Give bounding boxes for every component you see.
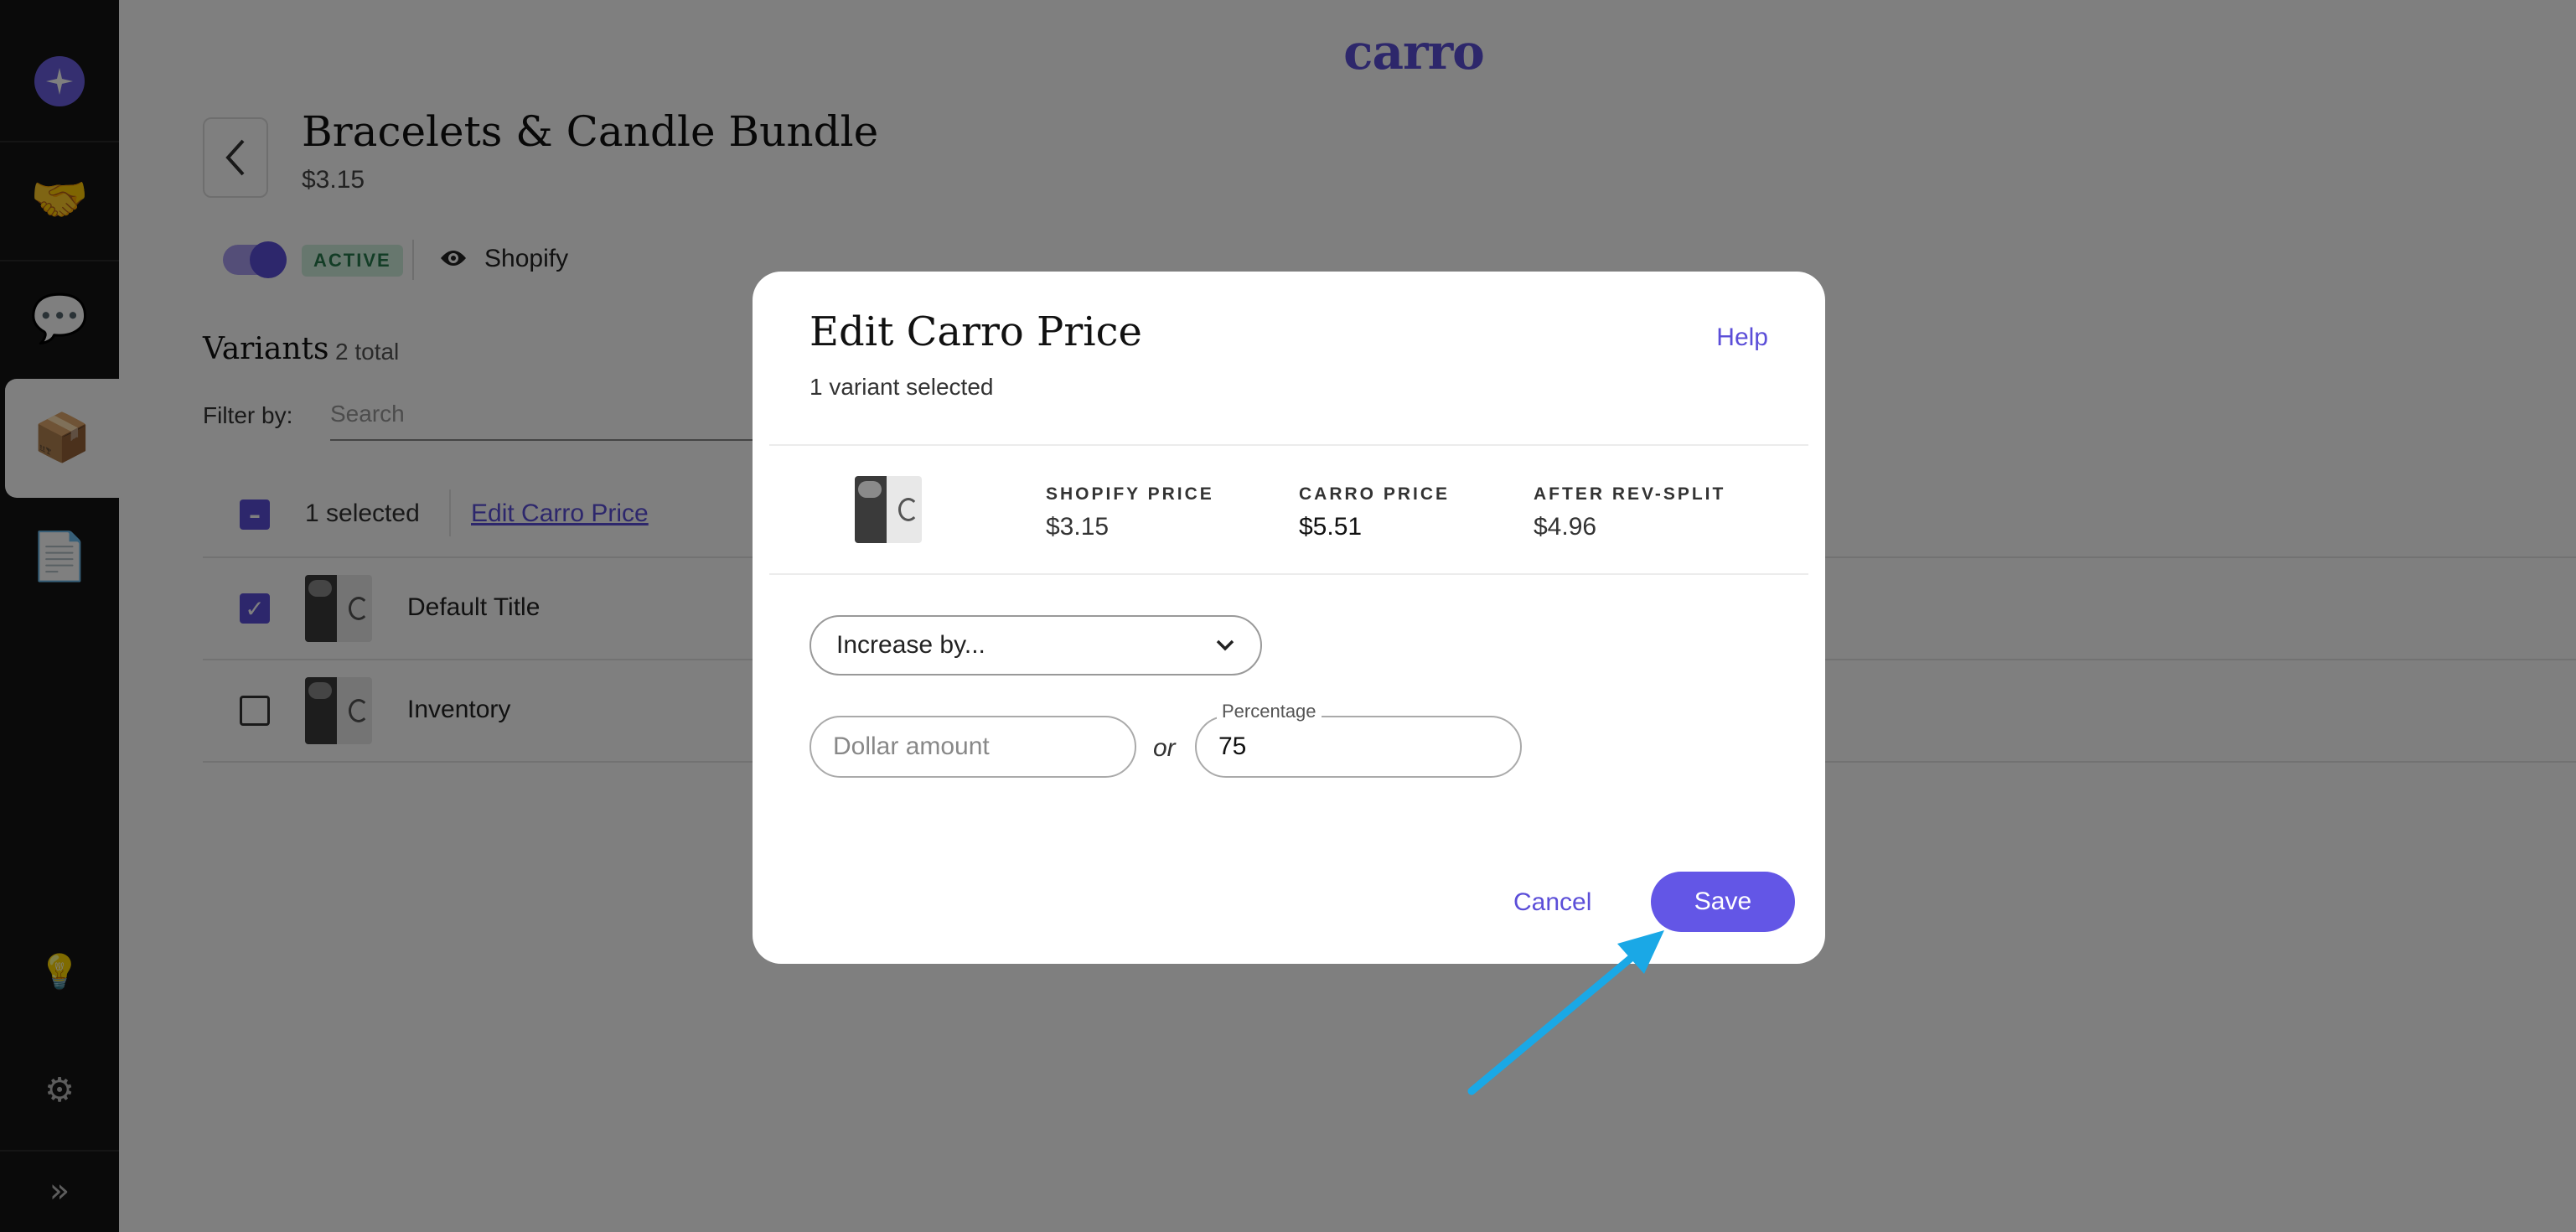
variant-thumbnail <box>855 476 922 543</box>
or-separator: or <box>1153 734 1176 762</box>
help-link[interactable]: Help <box>1716 324 1768 352</box>
chevron-down-icon <box>1216 639 1234 651</box>
carro-price-header: CARRO PRICE <box>1299 484 1451 504</box>
dollar-amount-input[interactable]: Dollar amount <box>810 716 1136 778</box>
save-button[interactable]: Save <box>1651 872 1795 932</box>
after-rev-split-header: AFTER REV-SPLIT <box>1534 484 1726 504</box>
after-rev-split-value: $4.96 <box>1534 513 1597 541</box>
percentage-label: Percentage <box>1217 701 1322 722</box>
shopify-price-header: SHOPIFY PRICE <box>1046 484 1214 504</box>
adjustment-select[interactable]: Increase by... <box>810 615 1262 676</box>
percentage-value: 75 <box>1218 732 1247 760</box>
carro-price-value: $5.51 <box>1299 513 1363 541</box>
cancel-button[interactable]: Cancel <box>1513 888 1591 917</box>
modal-subtitle: 1 variant selected <box>810 374 994 400</box>
adjustment-select-value: Increase by... <box>836 631 985 659</box>
edit-price-modal: Edit Carro Price 1 variant selected Help… <box>753 272 1825 964</box>
percentage-input[interactable]: Percentage 75 <box>1195 701 1522 778</box>
modal-title: Edit Carro Price <box>810 308 1142 355</box>
shopify-price-value: $3.15 <box>1046 513 1110 541</box>
